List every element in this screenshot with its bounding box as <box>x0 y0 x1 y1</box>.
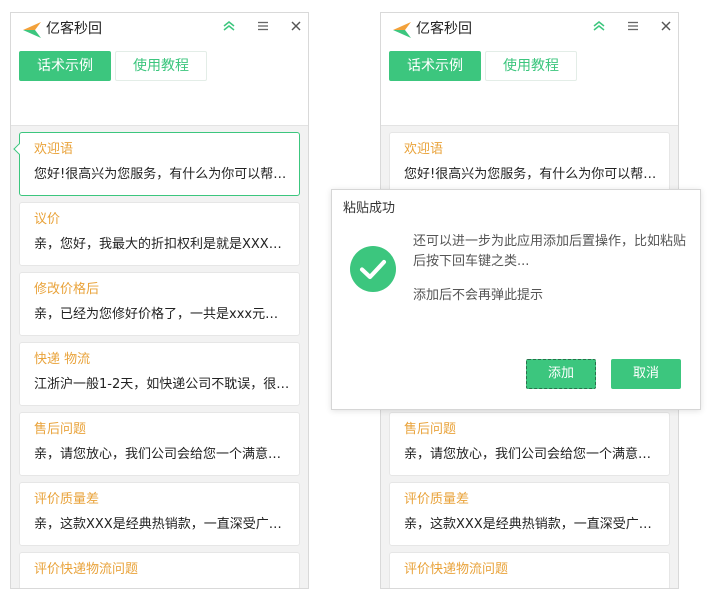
item-title: 售后问题 <box>34 422 87 437</box>
list-item[interactable]: 售后问题 亲，请您放心，我们公司会给您一个满意的答复 <box>19 412 300 476</box>
hamburger-menu-icon <box>628 21 638 31</box>
tab-tutorial[interactable]: 使用教程 <box>485 51 577 81</box>
list-item[interactable]: 欢迎语 您好!很高兴为您服务，有什么为你可以帮到您的吗 <box>13 132 300 196</box>
item-title: 欢迎语 <box>34 142 74 157</box>
list-item[interactable]: 快递 物流 江浙沪一般1-2天，如快递公司不耽误，很快就能到 <box>19 342 300 406</box>
list-item[interactable]: 评价质量差 亲，这款XXX是经典热销款，一直深受广大买家喜爱 <box>389 482 670 546</box>
check-circle-icon <box>350 246 396 292</box>
item-title: 修改价格后 <box>34 282 100 297</box>
double-chevron-up-icon <box>223 21 235 31</box>
item-text: 亲，这款XXX是经典热销款，一直深受广大买家喜爱 <box>34 517 290 532</box>
app-logo-icon <box>393 22 411 38</box>
selection-notch <box>13 143 25 155</box>
item-text: 江浙沪一般1-2天，如快递公司不耽误，很快就能到 <box>34 377 290 392</box>
close-icon <box>291 21 301 31</box>
header: 亿客秒回 话术示例 使用教程 <box>11 13 308 126</box>
item-text: 亲，这款XXX是经典热销款，一直深受广大买家喜爱 <box>404 517 660 532</box>
dialog-message: 还可以进一步为此应用添加后置操作，比如粘贴后按下回车键之类... <box>413 234 687 269</box>
cancel-button[interactable]: 取消 <box>611 359 681 389</box>
item-title: 售后问题 <box>404 422 457 437</box>
tab-script-examples[interactable]: 话术示例 <box>19 51 111 81</box>
tab-script-examples[interactable]: 话术示例 <box>389 51 481 81</box>
double-chevron-up-icon <box>593 21 605 31</box>
item-text: 您好!很高兴为您服务，有什么为你可以帮到您的吗 <box>34 167 290 182</box>
menu-button[interactable] <box>623 16 643 36</box>
collapse-button[interactable] <box>219 16 239 36</box>
header: 亿客秒回 话术示例 使用教程 <box>381 13 678 126</box>
tab-tutorial[interactable]: 使用教程 <box>115 51 207 81</box>
list-item[interactable]: 评价质量差 亲，这款XXX是经典热销款，一直深受广大买家喜爱 <box>19 482 300 546</box>
close-button[interactable] <box>286 16 306 36</box>
item-title: 快递 物流 <box>34 352 91 367</box>
dialog-note: 添加后不会再弹此提示 <box>413 288 544 303</box>
item-title: 评价快递物流问题 <box>34 562 139 577</box>
item-text: 亲，已经为您修好价格了，一共是xxx元，您付款吧 <box>34 307 290 322</box>
app-logo-icon <box>23 22 41 38</box>
app-title: 亿客秒回 <box>416 21 472 37</box>
dialog-title: 粘贴成功 <box>343 201 396 216</box>
app-window-left: 亿客秒回 话术示例 使用教程 欢迎语 您好!很高兴为您服务，有什么为你可以帮到 … <box>10 12 309 589</box>
item-text: 亲，请您放心，我们公司会给您一个满意的答复 <box>404 447 660 462</box>
item-text: 亲，您好，我最大的折扣权利是就是XXX元了 <box>34 237 290 252</box>
item-title: 评价质量差 <box>404 492 470 507</box>
list-item[interactable]: 修改价格后 亲，已经为您修好价格了，一共是xxx元，您付款吧 <box>19 272 300 336</box>
item-title: 欢迎语 <box>404 142 444 157</box>
list-item[interactable]: 评价快递物流问题 <box>19 552 300 588</box>
menu-button[interactable] <box>253 16 273 36</box>
collapse-button[interactable] <box>589 16 609 36</box>
item-title: 议价 <box>34 212 61 227</box>
list-item[interactable]: 欢迎语 您好!很高兴为您服务，有什么为你可以帮到您的吗 <box>389 132 670 196</box>
add-button[interactable]: 添加 <box>526 359 596 389</box>
paste-success-dialog: 粘贴成功 还可以进一步为此应用添加后置操作，比如粘贴后按下回车键之类... 添加… <box>331 189 701 410</box>
close-button[interactable] <box>656 16 676 36</box>
close-icon <box>661 21 671 31</box>
item-text: 亲，请您放心，我们公司会给您一个满意的答复 <box>34 447 290 462</box>
list-item[interactable]: 售后问题 亲，请您放心，我们公司会给您一个满意的答复 <box>389 412 670 476</box>
item-title: 评价快递物流问题 <box>404 562 509 577</box>
app-title: 亿客秒回 <box>46 21 102 37</box>
hamburger-menu-icon <box>258 21 268 31</box>
list-item[interactable]: 议价 亲，您好，我最大的折扣权利是就是XXX元了 <box>19 202 300 266</box>
item-title: 评价质量差 <box>34 492 100 507</box>
list-item[interactable]: 评价快递物流问题 <box>389 552 670 588</box>
item-text: 您好!很高兴为您服务，有什么为你可以帮到您的吗 <box>404 167 660 182</box>
